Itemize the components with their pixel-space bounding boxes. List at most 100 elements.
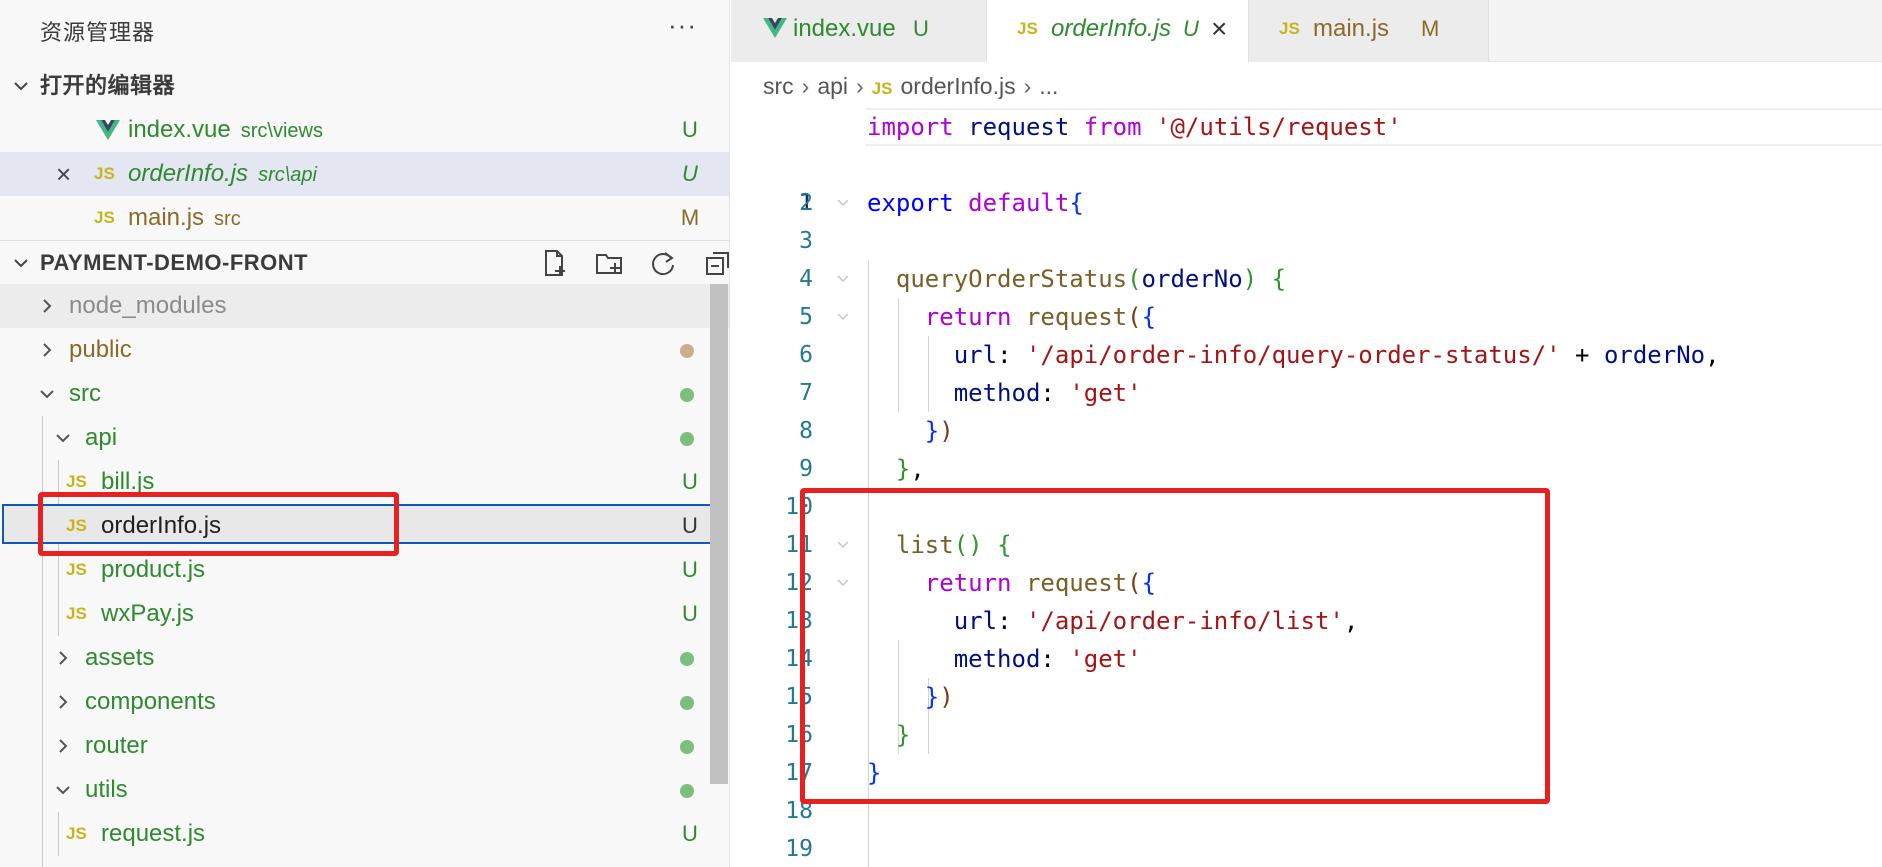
open-editor-path: src (214, 208, 241, 230)
close-tab-icon[interactable]: × (1211, 0, 1227, 58)
git-status-untracked: U (682, 821, 698, 846)
fold-chevron-icon[interactable] (836, 196, 850, 210)
code-line: 19 (731, 792, 1882, 862)
tree-file-bill-js[interactable]: JS bill.js U (0, 460, 729, 504)
tree-folder-api[interactable]: api (0, 416, 729, 460)
git-decoration-dot (680, 696, 694, 710)
tree-item-label: node_modules (69, 292, 227, 319)
tree-folder-node-modules[interactable]: node_modules (0, 284, 729, 328)
fold-chevron-icon[interactable] (836, 538, 850, 552)
tab-label: main.js (1313, 15, 1390, 42)
open-editor-name: index.vue (128, 116, 231, 143)
fold-chevron-icon[interactable] (836, 272, 850, 286)
code-line: 16 }) (731, 678, 1882, 748)
git-status-untracked: U (682, 161, 698, 186)
breadcrumb-item[interactable]: src (763, 73, 794, 99)
sidebar-scrollbar[interactable] (710, 284, 728, 784)
chevron-right-icon: › (801, 73, 810, 99)
tree-item-label: assets (85, 644, 155, 671)
js-icon: JS (1279, 19, 1300, 38)
code-line: 2 (731, 146, 1882, 216)
tree-folder-utils[interactable]: utils (0, 768, 729, 812)
new-file-icon[interactable] (540, 249, 568, 277)
git-decoration-dot (680, 652, 694, 666)
tree-folder-assets[interactable]: assets (0, 636, 729, 680)
tree-file-request-js[interactable]: JS request.js U (0, 812, 729, 856)
sidebar-title: 资源管理器 (40, 20, 156, 45)
chevron-down-icon (12, 254, 30, 272)
tree-folder-components[interactable]: components (0, 680, 729, 724)
js-icon: JS (94, 208, 115, 227)
code-line: 9 }) (731, 412, 1882, 482)
code-line: 13 return request({ (731, 564, 1882, 634)
tree-item-label: request.js (101, 820, 206, 847)
git-decoration-dot (680, 344, 694, 358)
open-editors-section-header[interactable]: 打开的编辑器 (0, 64, 729, 108)
refresh-icon[interactable] (649, 249, 677, 277)
tree-item-label: components (85, 688, 216, 715)
project-title: PAYMENT-DEMO-FRONT (40, 250, 309, 275)
breadcrumb-item[interactable]: orderInfo.js (901, 73, 1016, 99)
tree-file-orderinfo-js[interactable]: JS orderInfo.js U (0, 504, 729, 548)
open-editor-item-index-vue[interactable]: index.vue src\views U (0, 108, 729, 152)
code-line: 1 import request from '@/utils/request' (731, 108, 1882, 216)
code-line: 8 method: 'get' (731, 374, 1882, 444)
code-line: 4 (731, 222, 1882, 292)
tab-label: orderInfo.js (1051, 15, 1172, 42)
git-status-untracked: U (682, 513, 698, 538)
tree-item-label: utils (85, 776, 128, 803)
js-icon: JS (94, 164, 115, 183)
explorer-sidebar: 资源管理器 ··· 打开的编辑器 index.vue src\views U × … (0, 0, 730, 867)
code-line: 10 }, (731, 450, 1882, 520)
open-editor-item-main-js[interactable]: JS main.js src M (0, 196, 729, 240)
git-decoration-dot (680, 740, 694, 754)
code-line: 3 export default{ (731, 184, 1882, 254)
collapse-all-icon[interactable] (704, 249, 729, 277)
tree-file-wxpay-js[interactable]: JS wxPay.js U (0, 592, 729, 636)
project-section-header[interactable]: PAYMENT-DEMO-FRONT (0, 240, 729, 284)
git-status-untracked: U (682, 557, 698, 582)
code-line: 18 } (731, 754, 1882, 824)
breadcrumb-item[interactable]: api (817, 73, 848, 99)
code-line: 17 } (731, 716, 1882, 786)
chevron-down-icon (12, 77, 30, 95)
js-icon: JS (871, 79, 893, 98)
chevron-down-icon (54, 429, 72, 447)
tree-item-label: orderInfo.js (101, 512, 222, 539)
tree-folder-src[interactable]: src (0, 372, 729, 416)
tree-folder-router[interactable]: router (0, 724, 729, 768)
tree-file-product-js[interactable]: JS product.js U (0, 548, 729, 592)
git-status-untracked: U (682, 469, 698, 494)
tab-git-status: M (1421, 16, 1440, 41)
open-editor-item-orderinfo-js[interactable]: × JS orderInfo.js src\api U (0, 152, 729, 196)
code-line: 11 (731, 488, 1882, 558)
tree-item-label: wxPay.js (101, 600, 194, 627)
open-editor-name: orderInfo.js (128, 160, 249, 187)
code-line: 15 method: 'get' (731, 640, 1882, 710)
js-icon: JS (66, 604, 87, 623)
fold-chevron-icon[interactable] (836, 576, 850, 590)
open-editors-title: 打开的编辑器 (40, 73, 176, 98)
js-icon: JS (66, 516, 87, 535)
vue-icon (96, 120, 120, 140)
more-actions-icon[interactable]: ··· (668, 10, 697, 41)
tab-label: index.vue (793, 15, 896, 42)
git-decoration-dot (680, 432, 694, 446)
tree-folder-public[interactable]: public (0, 328, 729, 372)
chevron-right-icon (38, 341, 56, 359)
chevron-right-icon (54, 737, 72, 755)
chevron-right-icon: › (1023, 73, 1032, 99)
sidebar-header: 资源管理器 ··· (0, 0, 729, 58)
tab-main-js[interactable]: JS main.js M (1249, 0, 1489, 62)
close-icon[interactable]: × (56, 152, 71, 196)
tree-item-label: api (85, 424, 118, 451)
chevron-down-icon (54, 781, 72, 799)
chevron-right-icon (54, 649, 72, 667)
fold-chevron-icon[interactable] (836, 310, 850, 324)
chevron-right-icon (38, 297, 56, 315)
new-folder-icon[interactable] (595, 249, 623, 277)
tab-orderinfo-js[interactable]: JS orderInfo.js U × (987, 0, 1249, 63)
breadcrumb-item[interactable]: ... (1039, 73, 1058, 99)
js-icon: JS (66, 560, 87, 579)
tab-index-vue[interactable]: index.vue U (731, 0, 987, 62)
